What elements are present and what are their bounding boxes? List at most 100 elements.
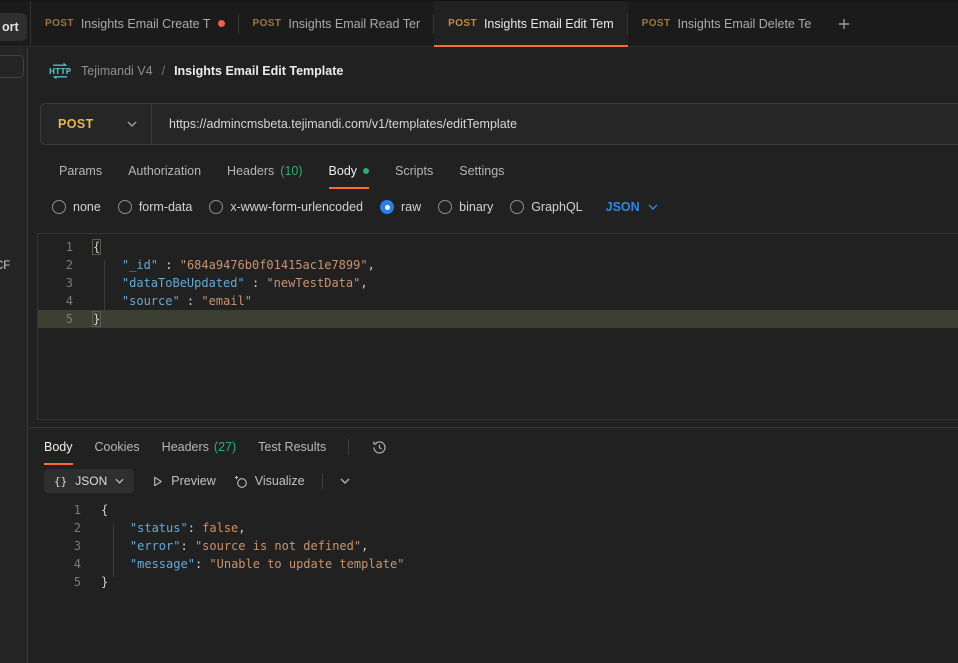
sidebar-partial-box[interactable] [0,55,24,78]
line-number: 1 [29,501,81,519]
mode-graphql[interactable]: GraphQL [510,200,582,214]
line-number: 3 [29,537,81,555]
code-line: 1 { [38,238,958,256]
line-number: 1 [38,238,73,256]
preview-label: Preview [171,474,215,488]
tab-label: Scripts [395,164,433,178]
visualize-wand-icon [233,474,248,489]
mode-none[interactable]: none [52,200,101,214]
radio-icon [52,200,66,214]
tab-body[interactable]: Body [329,155,370,186]
mode-form-data[interactable]: form-data [118,200,193,214]
code-token: "message" [130,557,195,571]
request-section-tabs: Params Authorization Headers (10) Body S… [59,155,504,186]
tab-title: Insights Email Create T [81,17,211,31]
chevron-down-icon [115,478,124,484]
code-token: "source" [122,294,180,308]
radio-selected-icon [380,200,394,214]
raw-language-select[interactable]: JSON [606,200,658,214]
visualize-label: Visualize [255,474,305,488]
unsaved-dot-icon [218,20,225,27]
visualize-button[interactable]: Visualize [233,474,305,489]
tab-insights-email-read[interactable]: POST Insights Email Read Ter [239,1,435,46]
request-body-editor[interactable]: 1 { 2 "_id" : "684a9476b0f01415ac1e7899"… [37,233,958,420]
code-token: , [360,276,367,290]
tab-insights-email-edit[interactable]: POST Insights Email Edit Tem [434,1,628,46]
radio-icon [438,200,452,214]
radio-icon [118,200,132,214]
response-tab-body[interactable]: Body [44,433,73,461]
new-tab-button[interactable] [825,1,863,46]
code-token: , [368,258,375,272]
tab-params[interactable]: Params [59,155,102,186]
url-input[interactable]: https://admincmsbeta.tejimandi.com/v1/te… [169,117,517,131]
tab-label: Authorization [128,164,201,178]
mode-binary[interactable]: binary [438,200,493,214]
pane-divider[interactable] [29,427,958,428]
tab-insights-email-create[interactable]: POST Insights Email Create T [31,1,239,46]
mode-label: GraphQL [531,200,582,214]
code-token: "newTestData" [266,276,360,290]
mode-raw[interactable]: raw [380,200,421,214]
http-request-icon: HTTP [48,59,72,83]
code-token [101,521,130,535]
tab-settings[interactable]: Settings [459,155,504,186]
request-tabbar: ort POST Insights Email Create T POST In… [0,0,958,47]
code-token: "dataToBeUpdated" [122,276,245,290]
tab-authorization[interactable]: Authorization [128,155,201,186]
code-token: , [238,521,245,535]
code-token: : [195,557,209,571]
tab-insights-email-delete[interactable]: POST Insights Email Delete Te [628,1,826,46]
line-number: 5 [38,310,73,328]
raw-language-label: JSON [606,200,640,214]
tab-title: Insights Email Delete Te [677,17,811,31]
line-number: 4 [29,555,81,573]
breadcrumb-request-name[interactable]: Insights Email Edit Template [174,64,343,78]
method-label: POST [58,117,94,131]
tab-method-badge: POST [253,18,282,29]
import-button[interactable]: ort [0,13,27,41]
response-body-viewer[interactable]: 1 { 2 "status": false, 3 "error": "sourc… [29,501,958,591]
mode-label: raw [401,200,421,214]
response-tab-test-results[interactable]: Test Results [258,433,326,461]
tab-method-badge: POST [448,18,477,29]
tab-headers[interactable]: Headers (10) [227,155,302,186]
radio-icon [510,200,524,214]
code-token [93,258,122,272]
code-line: 1 { [29,501,958,519]
breadcrumb: HTTP Tejimandi V4 / Insights Email Edit … [48,59,343,83]
code-line-highlighted: 5 } [38,310,958,328]
tab-title: Insights Email Edit Tem [484,17,614,31]
code-token [101,557,130,571]
mode-x-www-form-urlencoded[interactable]: x-www-form-urlencoded [209,200,363,214]
code-line: 3 "error": "source is not defined", [29,537,958,555]
breadcrumb-collection[interactable]: Tejimandi V4 [81,64,153,78]
tab-scripts[interactable]: Scripts [395,155,433,186]
code-line: 2 "status": false, [29,519,958,537]
preview-button[interactable]: Preview [151,474,215,488]
code-token [93,294,122,308]
app-window: ort POST Insights Email Create T POST In… [0,0,958,663]
mode-label: binary [459,200,493,214]
code-token: { [93,240,100,254]
tab-label: Body [44,440,73,454]
response-format-select[interactable]: {} JSON [44,469,134,493]
response-history-button[interactable] [371,439,388,456]
code-token: "source is not defined" [195,539,361,553]
line-number: 2 [29,519,81,537]
braces-icon: {} [54,475,67,488]
open-tabs: POST Insights Email Create T POST Insigh… [30,1,863,46]
body-present-dot-icon [363,168,369,174]
mode-label: x-www-form-urlencoded [230,200,363,214]
sidebar-edge: CF [0,48,28,663]
tab-label: Headers [227,164,274,178]
response-tab-cookies[interactable]: Cookies [95,433,140,461]
response-options-button[interactable] [340,478,350,484]
tab-title: Insights Email Read Ter [288,17,420,31]
toolbar-divider [348,439,349,455]
method-select[interactable]: POST [41,117,151,131]
tab-label: Headers [162,440,209,454]
line-number: 5 [29,573,81,591]
response-tab-headers[interactable]: Headers (27) [162,433,236,461]
mode-label: form-data [139,200,193,214]
